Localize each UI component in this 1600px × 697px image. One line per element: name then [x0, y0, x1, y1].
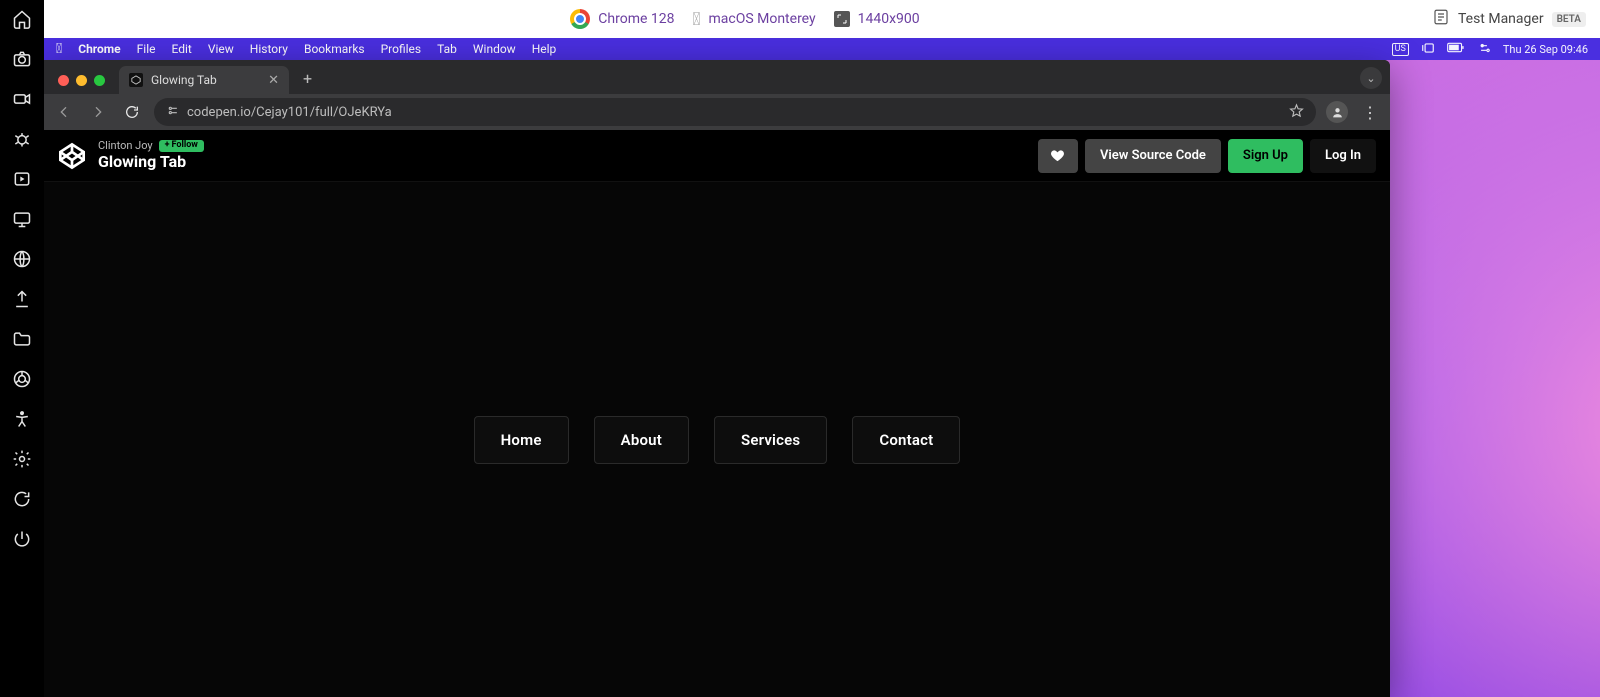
codepen-logo-icon[interactable]	[58, 142, 86, 170]
upload-icon[interactable]	[11, 288, 33, 310]
browser-badge: Chrome 128	[570, 9, 674, 29]
control-center-icon[interactable]	[1477, 41, 1491, 58]
app-menu[interactable]: Chrome	[78, 42, 120, 56]
glow-tab-home[interactable]: Home	[474, 416, 569, 464]
resolution-icon	[834, 11, 850, 27]
nav-reload-button[interactable]	[120, 100, 144, 124]
camera-icon[interactable]	[11, 48, 33, 70]
browser-label: Chrome 128	[598, 11, 674, 27]
gear-icon[interactable]	[11, 448, 33, 470]
apple-icon: 	[693, 9, 701, 30]
bookmark-star-icon[interactable]	[1289, 103, 1304, 122]
stage-manager-icon[interactable]	[1421, 42, 1435, 57]
sync-icon[interactable]	[11, 488, 33, 510]
pen-content: Home About Services Contact	[44, 182, 1390, 697]
view-source-button[interactable]: View Source Code	[1085, 139, 1221, 173]
battery-icon[interactable]	[1447, 42, 1465, 56]
tab-title: Glowing Tab	[151, 73, 260, 87]
video-icon[interactable]	[11, 88, 33, 110]
chrome-outline-icon[interactable]	[11, 368, 33, 390]
tab-overflow-button[interactable]: ⌄	[1360, 67, 1382, 89]
pen-title: Glowing Tab	[98, 153, 204, 171]
tab-favicon	[129, 73, 143, 87]
play-rect-icon[interactable]	[11, 168, 33, 190]
os-badge:  macOS Monterey	[693, 9, 816, 30]
address-bar-row: codepen.io/Cejay101/full/OJeKRYa ⋮	[44, 94, 1390, 130]
menu-tab[interactable]: Tab	[437, 42, 457, 56]
menu-view[interactable]: View	[208, 42, 234, 56]
harness-statusbar: Chrome 128  macOS Monterey 1440x900 Tes…	[44, 0, 1600, 38]
os-label: macOS Monterey	[708, 11, 815, 27]
harness-sidebar	[0, 0, 44, 697]
menu-profiles[interactable]: Profiles	[381, 42, 422, 56]
pen-meta: Clinton Joy + Follow Glowing Tab	[98, 140, 204, 171]
beta-badge: BETA	[1552, 12, 1586, 27]
follow-button[interactable]: + Follow	[159, 140, 204, 152]
resolution-label: 1440x900	[858, 11, 920, 27]
home-icon[interactable]	[11, 8, 33, 30]
url-text: codepen.io/Cejay101/full/OJeKRYa	[187, 105, 1281, 120]
monitor-icon[interactable]	[11, 208, 33, 230]
menu-bookmarks[interactable]: Bookmarks	[304, 42, 365, 56]
chrome-window: Glowing Tab ✕ + ⌄ codepen.io/Cejay101/fu…	[44, 60, 1390, 697]
mac-menubar:  Chrome File Edit View History Bookmark…	[44, 38, 1600, 60]
site-info-icon[interactable]	[166, 104, 179, 121]
apple-menu-icon[interactable]: 	[56, 41, 62, 57]
folder-icon[interactable]	[11, 328, 33, 350]
glow-nav: Home About Services Contact	[474, 416, 961, 464]
omnibox[interactable]: codepen.io/Cejay101/full/OJeKRYa	[154, 98, 1316, 126]
menu-window[interactable]: Window	[473, 42, 516, 56]
tab-strip: Glowing Tab ✕ + ⌄	[44, 60, 1390, 94]
close-tab-icon[interactable]: ✕	[268, 73, 279, 88]
glow-tab-contact[interactable]: Contact	[852, 416, 960, 464]
glow-tab-about[interactable]: About	[594, 416, 689, 464]
nav-forward-button[interactable]	[86, 100, 110, 124]
menu-help[interactable]: Help	[532, 42, 557, 56]
menu-history[interactable]: History	[250, 42, 288, 56]
power-icon[interactable]	[11, 528, 33, 550]
new-tab-button[interactable]: +	[295, 63, 320, 94]
menubar-datetime[interactable]: Thu 26 Sep 09:46	[1503, 43, 1588, 56]
globe-icon[interactable]	[11, 248, 33, 270]
profile-button[interactable]	[1326, 101, 1348, 123]
accessibility-icon[interactable]	[11, 408, 33, 430]
menu-items: File Edit View History Bookmarks Profile…	[137, 42, 557, 56]
glow-tab-services[interactable]: Services	[714, 416, 827, 464]
input-source-icon[interactable]: US	[1392, 43, 1409, 56]
browser-tab[interactable]: Glowing Tab ✕	[119, 66, 289, 94]
menu-file[interactable]: File	[137, 42, 156, 56]
like-button[interactable]	[1038, 139, 1078, 173]
menu-edit[interactable]: Edit	[172, 42, 192, 56]
minimize-window-button[interactable]	[76, 75, 87, 86]
chrome-menu-button[interactable]: ⋮	[1358, 103, 1382, 122]
nav-back-button[interactable]	[52, 100, 76, 124]
resolution-badge: 1440x900	[834, 11, 920, 27]
log-in-button[interactable]: Log In	[1310, 139, 1376, 173]
pen-author[interactable]: Clinton Joy	[98, 140, 153, 152]
close-window-button[interactable]	[58, 75, 69, 86]
test-manager-label[interactable]: Test Manager	[1458, 11, 1544, 27]
chrome-icon	[570, 9, 590, 29]
window-controls	[54, 75, 113, 94]
desktop-wallpaper:  Chrome File Edit View History Bookmark…	[44, 38, 1600, 697]
codepen-header: Clinton Joy + Follow Glowing Tab View So…	[44, 130, 1390, 182]
sign-up-button[interactable]: Sign Up	[1228, 139, 1303, 173]
bug-icon[interactable]	[11, 128, 33, 150]
test-manager-icon	[1432, 8, 1450, 30]
maximize-window-button[interactable]	[94, 75, 105, 86]
